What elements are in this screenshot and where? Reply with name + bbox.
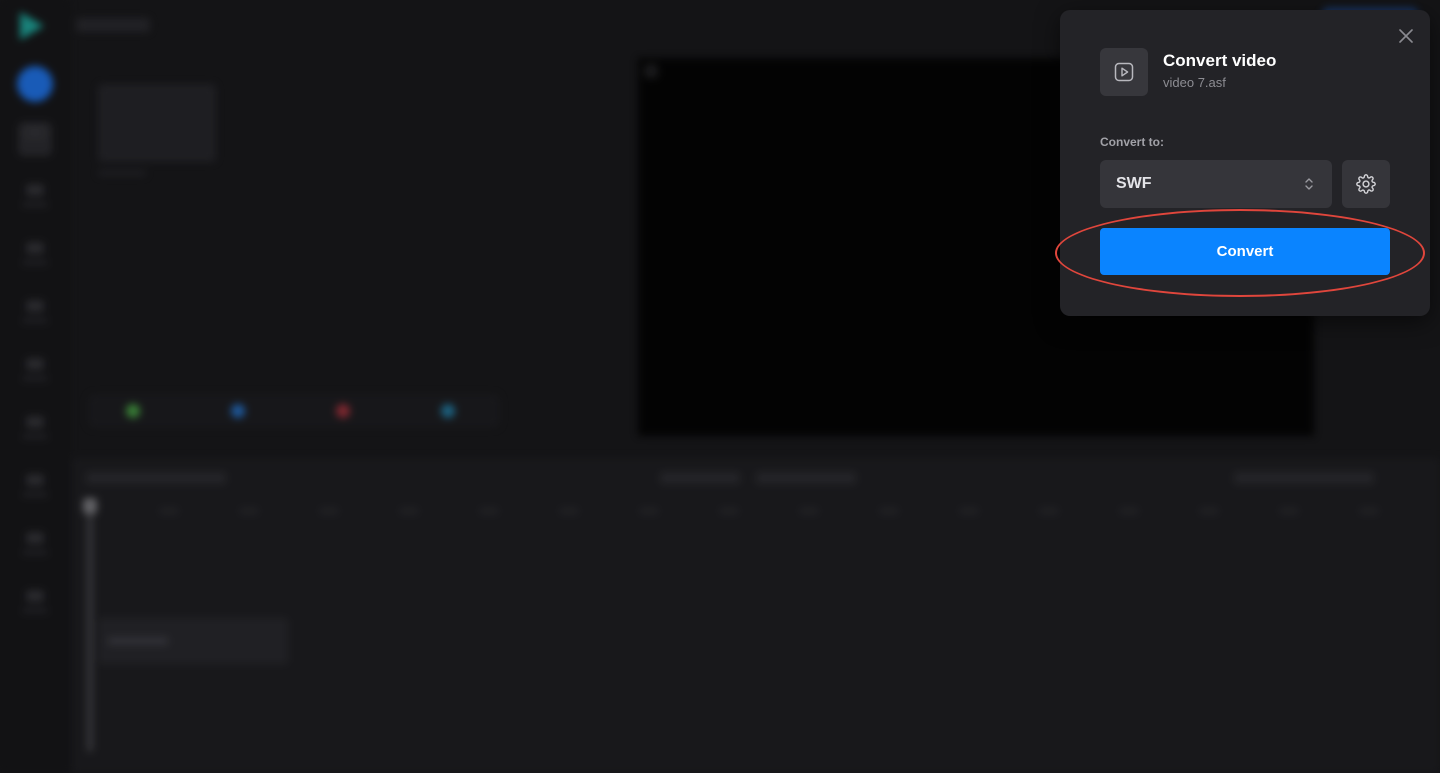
timecode <box>756 472 856 484</box>
ruler-tick <box>160 508 178 514</box>
format-select[interactable]: SWF <box>1100 160 1332 208</box>
close-button[interactable] <box>1396 26 1416 46</box>
convert-button[interactable]: Convert <box>1100 228 1390 275</box>
ruler-tick <box>720 508 738 514</box>
timeline-tools <box>86 472 226 484</box>
ruler-tick <box>240 508 258 514</box>
rail-item-3 <box>18 238 52 272</box>
file-name: video 7.asf <box>1163 75 1226 90</box>
video-file-icon <box>1114 62 1134 82</box>
settings-button[interactable] <box>1342 160 1390 208</box>
source-icon-4 <box>441 404 455 418</box>
source-icon-3 <box>336 404 350 418</box>
convert-video-dialog: Convert video video 7.asf Convert to: SW… <box>1060 10 1430 316</box>
ruler-tick <box>880 508 898 514</box>
gear-icon <box>1356 174 1376 194</box>
ruler-tick <box>960 508 978 514</box>
rail-item-5 <box>18 354 52 388</box>
source-icon-1 <box>126 404 140 418</box>
media-thumbnail <box>98 84 216 162</box>
playhead <box>87 500 93 752</box>
ruler-tick <box>1120 508 1138 514</box>
zoom-controls <box>1234 472 1374 484</box>
playback-controls <box>660 472 740 484</box>
ruler-tick <box>400 508 418 514</box>
close-icon <box>1399 29 1413 43</box>
ruler-tick <box>800 508 818 514</box>
timeline <box>72 458 1440 773</box>
rail-item-9 <box>18 586 52 620</box>
rail-item-2 <box>18 180 52 214</box>
project-title-placeholder <box>76 18 150 32</box>
convert-to-label: Convert to: <box>1100 135 1164 149</box>
source-icon-2 <box>231 404 245 418</box>
ruler-tick <box>1360 508 1378 514</box>
rail-item-6 <box>18 412 52 446</box>
avatar <box>17 66 53 102</box>
ruler-tick <box>1200 508 1218 514</box>
timeline-clip-label <box>108 637 168 645</box>
format-selected-value: SWF <box>1116 175 1152 192</box>
rail-item-8 <box>18 528 52 562</box>
rail-item-7 <box>18 470 52 504</box>
media-thumbnail-caption <box>98 170 146 176</box>
rail-item-4 <box>18 296 52 330</box>
ruler-tick <box>640 508 658 514</box>
source-strip <box>88 394 500 428</box>
video-file-icon-box <box>1100 48 1148 96</box>
ruler-tick <box>320 508 338 514</box>
ruler-tick <box>560 508 578 514</box>
app-logo <box>20 12 44 40</box>
ruler-tick <box>480 508 498 514</box>
ruler-tick <box>1040 508 1058 514</box>
rail-item-media <box>18 122 52 156</box>
playhead-handle <box>83 498 97 514</box>
dialog-title: Convert video <box>1163 51 1277 70</box>
ruler-tick <box>1280 508 1298 514</box>
preview-corner-icon <box>644 64 658 78</box>
chevron-up-down-icon <box>1305 178 1313 190</box>
